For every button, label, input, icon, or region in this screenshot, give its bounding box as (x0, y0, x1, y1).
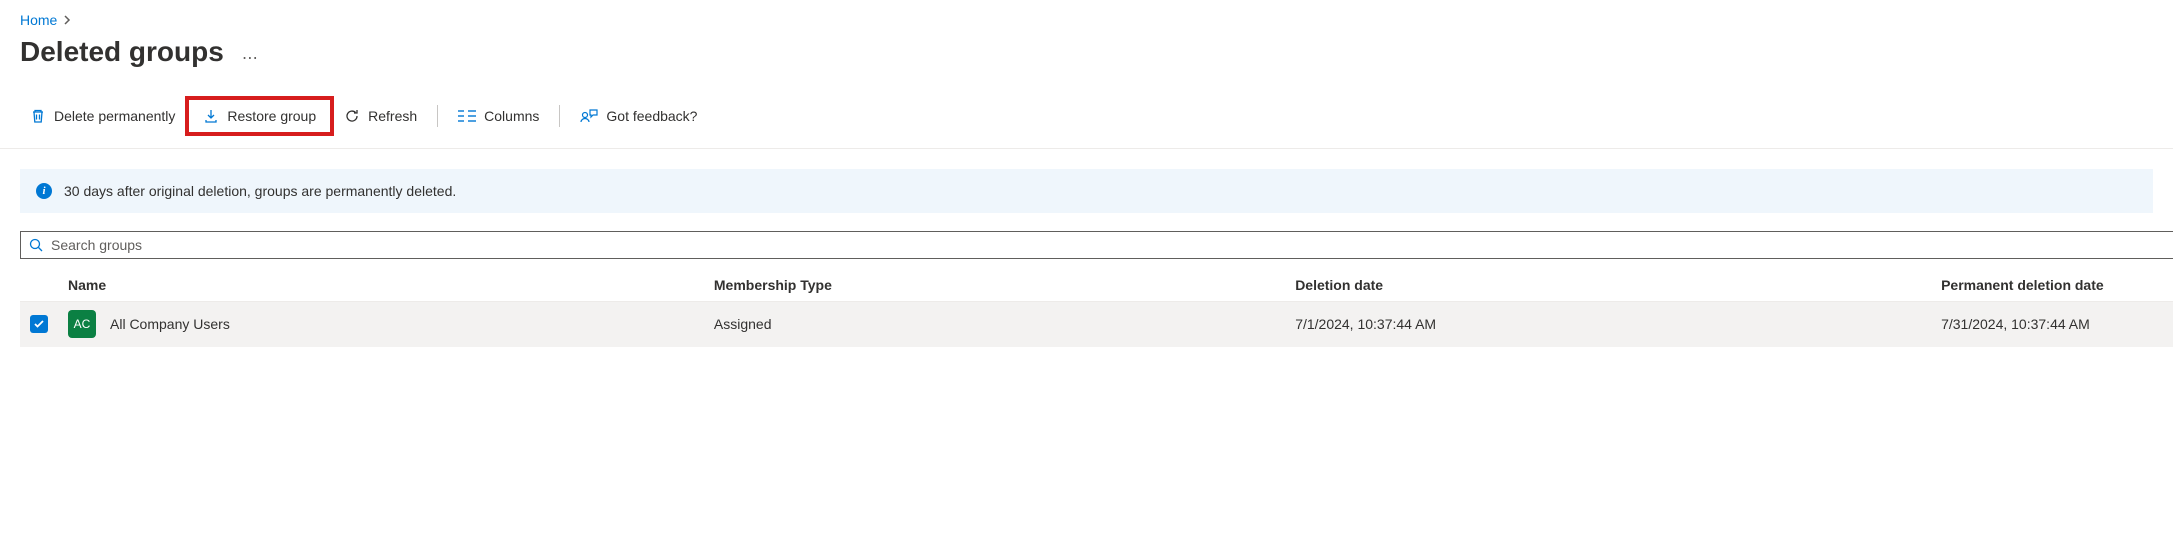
membership-type: Assigned (704, 302, 1285, 347)
highlight-restore: Restore group (185, 96, 334, 136)
column-header-checkbox[interactable] (20, 269, 58, 302)
command-bar: Delete permanently Restore group Refresh… (0, 96, 2173, 149)
refresh-icon (344, 108, 360, 124)
restore-group-button[interactable]: Restore group (193, 102, 326, 130)
groups-table: Name Membership Type Deletion date Perma… (20, 269, 2173, 347)
column-header-name[interactable]: Name (58, 269, 704, 302)
page-title: Deleted groups (20, 36, 224, 68)
page-header: Deleted groups ⋯ (0, 36, 2173, 68)
divider (437, 105, 438, 127)
column-header-permanent[interactable]: Permanent deletion date (1931, 269, 2173, 302)
group-avatar: AC (68, 310, 96, 338)
info-banner: i 30 days after original deletion, group… (20, 169, 2153, 213)
column-header-deletion[interactable]: Deletion date (1285, 269, 1931, 302)
search-input[interactable] (51, 237, 2165, 253)
feedback-button[interactable]: Got feedback? (570, 102, 707, 130)
column-header-membership[interactable]: Membership Type (704, 269, 1285, 302)
chevron-right-icon (63, 15, 71, 25)
breadcrumb: Home (0, 12, 2173, 28)
table-row[interactable]: AC All Company Users Assigned 7/1/2024, … (20, 302, 2173, 347)
search-box[interactable] (20, 231, 2173, 259)
download-icon (203, 108, 219, 124)
refresh-button[interactable]: Refresh (334, 102, 427, 130)
restore-group-label: Restore group (227, 108, 316, 124)
delete-permanently-button[interactable]: Delete permanently (20, 102, 185, 130)
breadcrumb-home[interactable]: Home (20, 12, 57, 28)
feedback-icon (580, 108, 598, 124)
trash-icon (30, 108, 46, 124)
feedback-label: Got feedback? (606, 108, 697, 124)
more-actions-button[interactable]: ⋯ (242, 48, 260, 68)
divider (559, 105, 560, 127)
table-header-row: Name Membership Type Deletion date Perma… (20, 269, 2173, 302)
info-banner-text: 30 days after original deletion, groups … (64, 183, 456, 199)
search-container (20, 231, 2173, 259)
permanent-deletion-date: 7/31/2024, 10:37:44 AM (1931, 302, 2173, 347)
refresh-label: Refresh (368, 108, 417, 124)
deletion-date: 7/1/2024, 10:37:44 AM (1285, 302, 1931, 347)
search-icon (29, 238, 43, 252)
columns-icon (458, 109, 476, 123)
columns-button[interactable]: Columns (448, 102, 549, 130)
info-icon: i (36, 183, 52, 199)
group-name[interactable]: All Company Users (110, 316, 230, 332)
row-checkbox[interactable] (30, 315, 48, 333)
columns-label: Columns (484, 108, 539, 124)
delete-permanently-label: Delete permanently (54, 108, 175, 124)
